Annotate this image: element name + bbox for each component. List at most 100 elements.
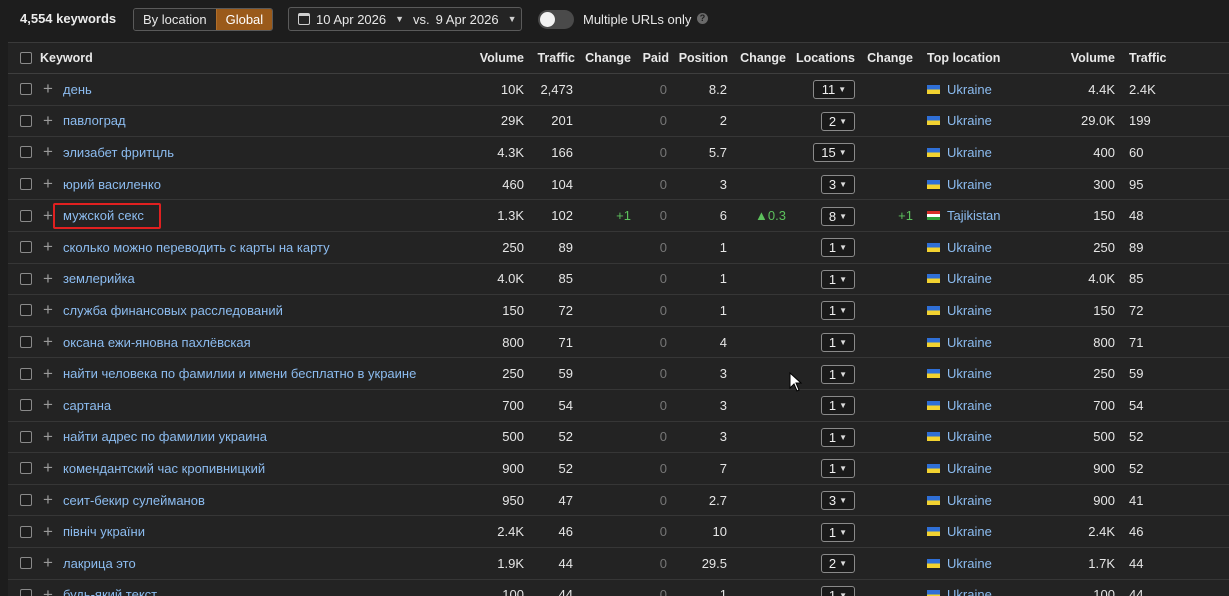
add-to-list-icon[interactable]: + xyxy=(41,270,55,287)
add-to-list-icon[interactable]: + xyxy=(41,333,55,350)
col-location-volume[interactable]: Volume xyxy=(1048,43,1115,73)
add-to-list-icon[interactable]: + xyxy=(41,207,55,224)
row-checkbox[interactable] xyxy=(20,525,32,538)
col-traffic[interactable]: Traffic xyxy=(528,43,575,73)
keyword-link[interactable]: північ україни xyxy=(63,516,145,547)
add-to-list-icon[interactable]: + xyxy=(41,301,55,318)
top-location[interactable]: Ukraine xyxy=(927,485,992,516)
locations-dropdown[interactable]: 11 ▼ xyxy=(813,80,855,100)
locations-dropdown[interactable]: 15 ▼ xyxy=(813,143,855,163)
locations-dropdown[interactable]: 1 ▼ xyxy=(821,364,855,384)
row-checkbox[interactable] xyxy=(20,336,32,349)
row-checkbox[interactable] xyxy=(20,399,32,412)
keyword-link[interactable]: служба финансовых расследований xyxy=(63,295,283,326)
top-location[interactable]: Ukraine xyxy=(927,137,992,168)
by-location-button[interactable]: By location xyxy=(134,9,216,30)
locations-dropdown[interactable]: 1 ▼ xyxy=(821,301,855,321)
keyword-link[interactable]: найти человека по фамилии и имени беспла… xyxy=(63,358,416,389)
keyword-link[interactable]: сколько можно переводить с карты на карт… xyxy=(63,232,330,263)
add-to-list-icon[interactable]: + xyxy=(41,238,55,255)
row-checkbox[interactable] xyxy=(20,272,32,285)
keyword-link[interactable]: комендантский час кропивницкий xyxy=(63,453,265,484)
col-keyword[interactable]: Keyword xyxy=(40,43,93,73)
top-location[interactable]: Ukraine xyxy=(927,453,992,484)
top-location[interactable]: Ukraine xyxy=(927,106,992,137)
top-location[interactable]: Ukraine xyxy=(927,390,992,421)
keyword-link[interactable]: элизабет фритцль xyxy=(63,137,174,168)
multiple-urls-toggle[interactable] xyxy=(538,10,574,29)
locations-dropdown[interactable]: 1 ▼ xyxy=(821,269,855,289)
row-checkbox[interactable] xyxy=(20,557,32,570)
add-to-list-icon[interactable]: + xyxy=(41,396,55,413)
col-locations[interactable]: Locations xyxy=(790,43,855,73)
col-top-location[interactable]: Top location xyxy=(927,43,1000,73)
keyword-link[interactable]: найти адрес по фамилии украина xyxy=(63,422,267,453)
row-checkbox[interactable] xyxy=(20,83,32,96)
top-location[interactable]: Ukraine xyxy=(927,264,992,295)
add-to-list-icon[interactable]: + xyxy=(41,554,55,571)
keyword-link[interactable]: сартана xyxy=(63,390,111,421)
col-position-change[interactable]: Change xyxy=(732,43,786,73)
add-to-list-icon[interactable]: + xyxy=(41,143,55,160)
col-volume[interactable]: Volume xyxy=(448,43,524,73)
keyword-link[interactable]: оксана ежи-яновна пахлёвская xyxy=(63,327,251,358)
col-paid[interactable]: Paid xyxy=(635,43,669,73)
top-location[interactable]: Tajikistan xyxy=(927,200,1000,231)
add-to-list-icon[interactable]: + xyxy=(41,112,55,129)
top-location[interactable]: Ukraine xyxy=(927,232,992,263)
row-checkbox[interactable] xyxy=(20,367,32,380)
add-to-list-icon[interactable]: + xyxy=(41,491,55,508)
keyword-link[interactable]: юрий василенко xyxy=(63,169,161,200)
row-checkbox[interactable] xyxy=(20,114,32,127)
col-locations-change[interactable]: Change xyxy=(860,43,913,73)
row-checkbox[interactable] xyxy=(20,146,32,159)
help-icon[interactable]: ? xyxy=(697,13,708,24)
select-all-checkbox[interactable] xyxy=(20,52,32,64)
locations-dropdown[interactable]: 1 ▼ xyxy=(821,427,855,447)
keyword-link[interactable]: будь-який текст xyxy=(63,580,157,596)
keyword-link[interactable]: мужской секс xyxy=(63,200,144,231)
row-checkbox[interactable] xyxy=(20,588,32,596)
locations-dropdown[interactable]: 3 ▼ xyxy=(821,175,855,195)
top-location[interactable]: Ukraine xyxy=(927,358,992,389)
top-location[interactable]: Ukraine xyxy=(927,327,992,358)
add-to-list-icon[interactable]: + xyxy=(41,428,55,445)
row-checkbox[interactable] xyxy=(20,241,32,254)
keyword-link[interactable]: павлоград xyxy=(63,106,126,137)
date-compare-button[interactable]: 10 Apr 2026 ▼ vs. 9 Apr 2026 ▼ xyxy=(288,7,522,31)
col-position[interactable]: Position xyxy=(673,43,728,73)
locations-dropdown[interactable]: 1 ▼ xyxy=(821,585,855,596)
add-to-list-icon[interactable]: + xyxy=(41,586,55,596)
col-change[interactable]: Change xyxy=(578,43,631,73)
row-checkbox[interactable] xyxy=(20,304,32,317)
locations-dropdown[interactable]: 2 ▼ xyxy=(821,554,855,574)
keyword-link[interactable]: землерийка xyxy=(63,264,135,295)
locations-dropdown[interactable]: 1 ▼ xyxy=(821,396,855,416)
locations-dropdown[interactable]: 1 ▼ xyxy=(821,459,855,479)
top-location[interactable]: Ukraine xyxy=(927,422,992,453)
locations-dropdown[interactable]: 8 ▼ xyxy=(821,206,855,226)
keyword-link[interactable]: день xyxy=(63,74,92,105)
add-to-list-icon[interactable]: + xyxy=(41,365,55,382)
add-to-list-icon[interactable]: + xyxy=(41,459,55,476)
locations-dropdown[interactable]: 1 ▼ xyxy=(821,238,855,258)
add-to-list-icon[interactable]: + xyxy=(41,80,55,97)
locations-dropdown[interactable]: 3 ▼ xyxy=(821,491,855,511)
add-to-list-icon[interactable]: + xyxy=(41,175,55,192)
keyword-link[interactable]: лакрица это xyxy=(63,548,136,579)
row-checkbox[interactable] xyxy=(20,209,32,222)
keyword-link[interactable]: сеит-бекир сулейманов xyxy=(63,485,205,516)
top-location[interactable]: Ukraine xyxy=(927,295,992,326)
add-to-list-icon[interactable]: + xyxy=(41,523,55,540)
top-location[interactable]: Ukraine xyxy=(927,580,992,596)
row-checkbox[interactable] xyxy=(20,494,32,507)
locations-dropdown[interactable]: 1 ▼ xyxy=(821,333,855,353)
row-checkbox[interactable] xyxy=(20,430,32,443)
top-location[interactable]: Ukraine xyxy=(927,169,992,200)
row-checkbox[interactable] xyxy=(20,462,32,475)
global-button[interactable]: Global xyxy=(215,9,273,30)
locations-dropdown[interactable]: 2 ▼ xyxy=(821,111,855,131)
top-location[interactable]: Ukraine xyxy=(927,516,992,547)
row-checkbox[interactable] xyxy=(20,178,32,191)
top-location[interactable]: Ukraine xyxy=(927,74,992,105)
